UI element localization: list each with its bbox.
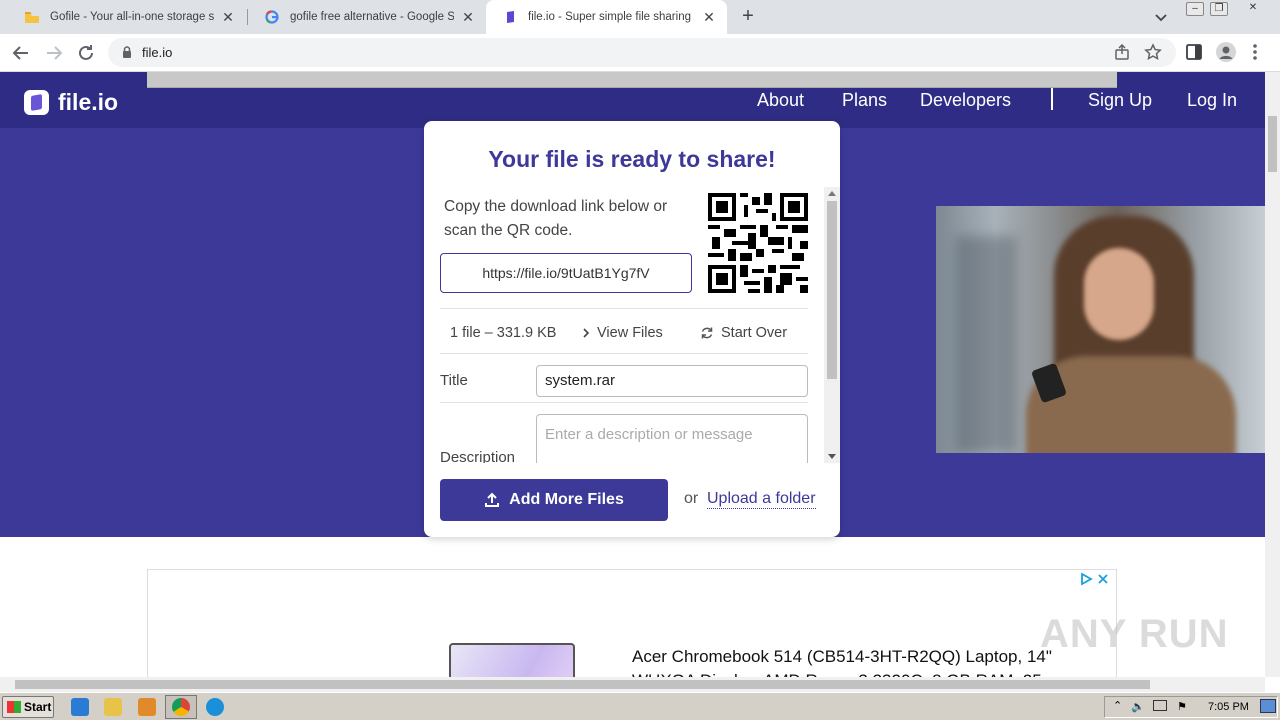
- upload-icon: [485, 492, 500, 507]
- hero-photo: [936, 206, 1265, 453]
- ad-choices[interactable]: [1079, 572, 1110, 586]
- view-files-label: View Files: [597, 325, 663, 341]
- close-icon[interactable]: ✕: [701, 9, 717, 25]
- url-text: file.io: [142, 45, 173, 60]
- edge-icon[interactable]: [206, 698, 224, 716]
- bookmark-star-icon[interactable]: [1144, 43, 1162, 61]
- divider: [440, 353, 808, 354]
- lock-icon[interactable]: [120, 45, 134, 59]
- scroll-thumb[interactable]: [1268, 116, 1277, 172]
- start-button[interactable]: Start: [2, 696, 54, 718]
- adchoices-icon[interactable]: [1079, 572, 1093, 586]
- chevron-down-icon[interactable]: [1152, 8, 1170, 26]
- google-icon: [264, 9, 280, 25]
- share-instructions: Copy the download link below or scan the…: [444, 198, 668, 239]
- or-text: or: [684, 490, 699, 507]
- view-files-button[interactable]: View Files: [582, 325, 663, 341]
- page-vertical-scrollbar[interactable]: [1265, 72, 1280, 677]
- logo-text: file.io: [58, 89, 119, 115]
- tray-chevron-icon[interactable]: ⌃: [1113, 699, 1122, 712]
- description-input[interactable]: Enter a description or message: [536, 414, 808, 463]
- scroll-thumb[interactable]: [15, 680, 1150, 689]
- fileio-icon: [502, 9, 518, 25]
- ad-product-image[interactable]: [449, 643, 575, 677]
- tab-title: gofile free alternative - Google Suche: [290, 11, 454, 23]
- close-icon[interactable]: ✕: [460, 9, 476, 25]
- nav-signup[interactable]: Sign Up: [1088, 90, 1152, 111]
- description-label: Description: [440, 449, 516, 463]
- watermark: ANY RUN: [1040, 612, 1229, 656]
- network-icon[interactable]: [1153, 700, 1167, 711]
- folder-icon[interactable]: [104, 698, 122, 716]
- file-info: 1 file – 331.9 KB: [450, 325, 557, 341]
- card-scrollbar[interactable]: [824, 187, 840, 463]
- address-bar[interactable]: file.io: [108, 38, 1176, 67]
- close-icon[interactable]: [1096, 572, 1110, 586]
- tab-google[interactable]: gofile free alternative - Google Suche ✕: [248, 0, 486, 34]
- card-title: Your file is ready to share!: [488, 146, 776, 172]
- divider: [440, 308, 808, 309]
- page-viewport: file.io About Plans Developers Sign Up L…: [0, 72, 1265, 677]
- start-over-button[interactable]: Start Over: [700, 325, 787, 341]
- refresh-icon: [701, 327, 713, 339]
- window-close-button[interactable]: ✕: [1244, 2, 1262, 16]
- kebab-menu-icon[interactable]: [1250, 42, 1260, 62]
- site-header: file.io About Plans Developers Sign Up L…: [0, 72, 1265, 128]
- top-banner-placeholder: [147, 72, 1117, 88]
- show-desktop-icon[interactable]: [1260, 699, 1276, 713]
- share-card: Your file is ready to share! Copy the do…: [424, 121, 840, 537]
- site-logo[interactable]: file.io: [24, 89, 118, 116]
- flag-icon[interactable]: ⚑: [1177, 700, 1187, 713]
- add-more-files-button[interactable]: Add More Files: [440, 479, 668, 521]
- chrome-icon[interactable]: [172, 698, 190, 716]
- ad-title[interactable]: Acer Chromebook 514 (CB514-3HT-R2QQ) Lap…: [632, 645, 1102, 677]
- start-label: Start: [24, 700, 52, 714]
- nav-plans[interactable]: Plans: [842, 90, 887, 111]
- minimize-button[interactable]: –: [1186, 2, 1204, 16]
- scroll-thumb[interactable]: [827, 201, 837, 379]
- card-scroll-area: Copy the download link below or scan the…: [424, 185, 840, 463]
- reload-icon[interactable]: [75, 42, 97, 64]
- nav-developers[interactable]: Developers: [920, 90, 1011, 111]
- chevron-right-icon: [583, 328, 590, 338]
- nav-login[interactable]: Log In: [1187, 90, 1237, 111]
- close-icon[interactable]: ✕: [220, 9, 236, 25]
- title-input[interactable]: system.rar: [536, 365, 808, 397]
- tab-title: Gofile - Your all-in-one storage soluti: [50, 11, 214, 23]
- nav-divider: [1051, 88, 1053, 110]
- ie-icon[interactable]: [71, 698, 89, 716]
- scroll-down-arrow-icon[interactable]: [828, 454, 836, 459]
- volume-icon[interactable]: 🔈: [1131, 700, 1145, 713]
- system-tray: ⌃ 🔈 ⚑: [1104, 696, 1278, 718]
- tab-strip: Gofile - Your all-in-one storage soluti …: [0, 0, 1280, 34]
- back-arrow-icon[interactable]: [10, 42, 32, 64]
- add-more-files-label: Add More Files: [509, 491, 624, 508]
- new-tab-button[interactable]: +: [738, 6, 758, 27]
- nav-about[interactable]: About: [757, 90, 804, 111]
- scroll-up-arrow-icon[interactable]: [828, 191, 836, 196]
- tab-title: file.io - Super simple file sharing: [528, 11, 691, 23]
- start-over-label: Start Over: [721, 325, 788, 341]
- maximize-button[interactable]: ❐: [1210, 2, 1228, 16]
- taskbar: Start ⌃ 🔈 ⚑ 7:05 PM: [0, 692, 1280, 720]
- page-horizontal-scrollbar[interactable]: [0, 677, 1265, 692]
- divider: [440, 402, 808, 403]
- media-player-icon[interactable]: [138, 698, 156, 716]
- side-panel-icon[interactable]: [1185, 43, 1203, 61]
- download-link-field[interactable]: https://file.io/9tUatB1Yg7fV: [440, 253, 692, 293]
- windows-flag-icon: [7, 701, 21, 713]
- advertisement[interactable]: Acer Chromebook 514 (CB514-3HT-R2QQ) Lap…: [147, 569, 1117, 677]
- gofile-icon: [24, 9, 40, 25]
- qr-code-icon: [708, 193, 808, 293]
- clock: 7:05 PM: [1208, 701, 1249, 713]
- title-label: Title: [440, 372, 468, 389]
- profile-avatar-icon[interactable]: [1216, 42, 1236, 62]
- browser-toolbar: file.io: [0, 34, 1280, 72]
- share-icon[interactable]: [1114, 44, 1130, 60]
- tab-fileio[interactable]: file.io - Super simple file sharing ✕: [486, 0, 727, 34]
- tab-gofile[interactable]: Gofile - Your all-in-one storage soluti …: [8, 0, 246, 34]
- upload-folder-link[interactable]: Upload a folder: [707, 490, 816, 509]
- fileio-logo-icon: [24, 90, 49, 115]
- forward-arrow-icon[interactable]: [43, 42, 65, 64]
